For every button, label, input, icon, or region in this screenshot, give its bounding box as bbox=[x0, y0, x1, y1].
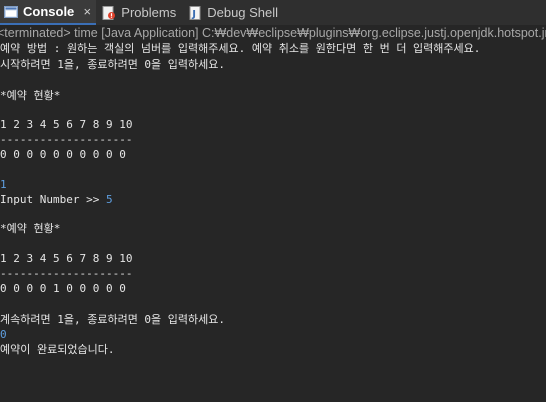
console-line: *예약 현황* bbox=[0, 222, 61, 235]
debug-shell-icon: J bbox=[188, 5, 202, 20]
console-icon bbox=[4, 5, 18, 19]
view-tab-bar: Console × Problems J Debug Shell bbox=[0, 0, 546, 25]
console-line: *예약 현황* bbox=[0, 89, 61, 102]
problems-icon bbox=[102, 5, 116, 20]
console-line: -------------------- bbox=[0, 267, 133, 280]
console-view: Console × Problems J Debug Shell <termin… bbox=[0, 0, 546, 402]
tab-console[interactable]: Console × bbox=[0, 0, 97, 25]
tab-console-label: Console bbox=[23, 4, 75, 19]
console-line: 1 2 3 4 5 6 7 8 9 10 bbox=[0, 118, 133, 131]
process-status-line: <terminated> time [Java Application] C:₩… bbox=[0, 25, 546, 42]
close-icon[interactable]: × bbox=[82, 4, 92, 19]
console-line: 0 0 0 0 0 0 0 0 0 0 bbox=[0, 148, 126, 161]
console-line: -------------------- bbox=[0, 133, 133, 146]
svg-text:J: J bbox=[191, 9, 196, 20]
console-line: 계속하려면 1을, 종료하려면 0을 입력하세요. bbox=[0, 313, 226, 326]
tab-debug-shell[interactable]: J Debug Shell bbox=[184, 0, 284, 25]
console-line: 예약이 완료되었습니다. bbox=[0, 343, 115, 356]
console-output[interactable]: 예약 방법 : 원하는 객실의 넘버를 입력해주세요. 예약 취소를 원한다면 … bbox=[0, 42, 546, 402]
console-line: Input Number >> 5 bbox=[0, 193, 113, 207]
console-line: 시작하려면 1을, 종료하려면 0을 입력하세요. bbox=[0, 58, 226, 71]
tab-problems-label: Problems bbox=[121, 5, 177, 20]
console-line: 1 2 3 4 5 6 7 8 9 10 bbox=[0, 252, 133, 265]
console-input-value: 5 bbox=[105, 193, 113, 206]
console-line: 0 0 0 0 1 0 0 0 0 0 bbox=[0, 282, 126, 295]
console-line: 예약 방법 : 원하는 객실의 넘버를 입력해주세요. 예약 취소를 원한다면 … bbox=[0, 42, 481, 55]
prompt-text: Input Number >> bbox=[0, 193, 106, 206]
tab-debug-shell-label: Debug Shell bbox=[207, 5, 279, 20]
console-input-line: 0 bbox=[0, 328, 7, 341]
console-input-line: 1 bbox=[0, 178, 7, 191]
tab-problems[interactable]: Problems bbox=[98, 0, 182, 25]
